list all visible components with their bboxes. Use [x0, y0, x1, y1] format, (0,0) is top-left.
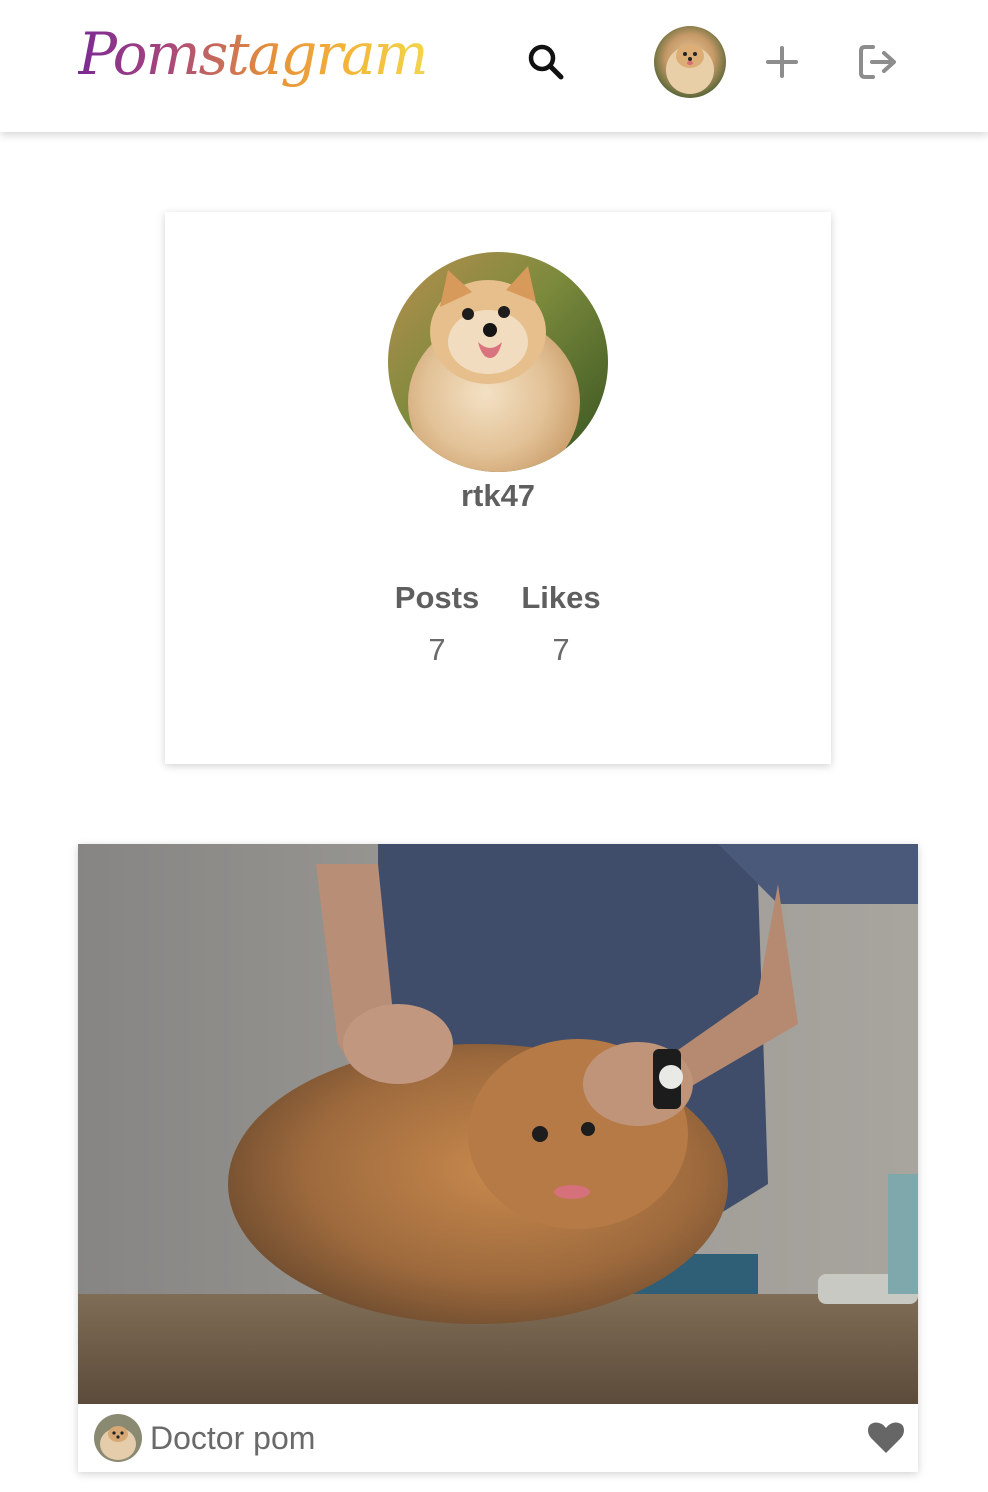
post-card: Doctor pom	[78, 844, 918, 1472]
profile-username: rtk47	[460, 478, 536, 513]
plus-icon[interactable]	[762, 42, 802, 82]
post-caption: Doctor pom	[150, 1420, 316, 1456]
posts-stat-value: 7	[428, 632, 446, 667]
search-icon[interactable]	[524, 40, 568, 84]
likes-stat-label: Likes	[521, 580, 601, 615]
heart-icon[interactable]	[868, 1422, 904, 1454]
nav-user-avatar[interactable]	[654, 26, 726, 98]
likes-stat-value: 7	[552, 632, 570, 667]
profile-card: rtk47 Posts 7 Likes 7	[165, 212, 831, 764]
posts-stat: Posts 7	[385, 578, 489, 670]
post-footer: Doctor pom	[78, 1404, 918, 1472]
likes-stat: Likes 7	[513, 578, 609, 670]
posts-stat-label: Posts	[394, 580, 480, 615]
post-author-avatar[interactable]	[94, 1414, 142, 1462]
top-navbar: Pomstagram	[0, 0, 988, 132]
post-image[interactable]	[78, 844, 918, 1404]
logout-icon[interactable]	[856, 42, 900, 82]
profile-avatar	[388, 252, 608, 472]
app-logo[interactable]: Pomstagram	[78, 14, 429, 94]
